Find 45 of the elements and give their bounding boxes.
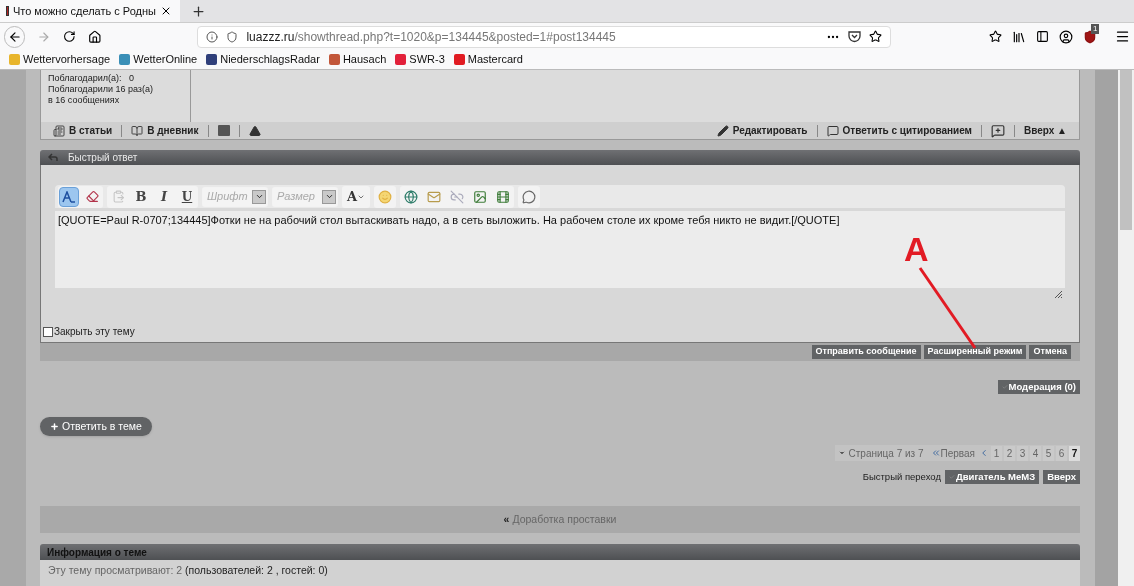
viewers-text: Эту тему просматривают: 2 bbox=[48, 563, 183, 579]
italic-button[interactable]: I bbox=[154, 186, 174, 207]
form-button[interactable]: Расширенный режим bbox=[923, 345, 1027, 359]
bookmark-link[interactable]: NiederschlagsRadar bbox=[206, 51, 320, 68]
text-color-button[interactable]: A bbox=[343, 186, 370, 207]
extension-badge: 1 bbox=[1091, 23, 1100, 34]
page-link[interactable]: 5 bbox=[1043, 445, 1054, 461]
user-stat-text: Поблагодарили 16 раз(а) bbox=[48, 84, 154, 95]
top-button[interactable]: Вверх bbox=[1043, 470, 1080, 485]
form-button[interactable]: Отправить сообщение bbox=[811, 345, 921, 359]
page-link[interactable]: 7 bbox=[1069, 445, 1080, 461]
post-action-link[interactable]: Вверх ▲ bbox=[1024, 123, 1067, 138]
tab-title: Что можно сделать с Родны bbox=[12, 3, 156, 19]
url-text: luazzz.ru/showthread.php?t=1020&p=134445&posted=1#post134445 bbox=[246, 28, 617, 46]
bookmark-link[interactable]: Wettervorhersage bbox=[9, 51, 111, 68]
panel-title: Информация о теме bbox=[47, 545, 147, 560]
quick-nav-label: Быстрый переход bbox=[862, 470, 941, 484]
close-topic-checkbox[interactable]: Закрыть эту тему bbox=[43, 324, 1065, 339]
bold-button[interactable]: B bbox=[131, 186, 151, 207]
user-stat-text: в 16 сообщениях bbox=[48, 95, 121, 106]
page-link[interactable]: 2 bbox=[1004, 445, 1015, 461]
user-stat-text: Поблагодарил(а): 0 bbox=[48, 73, 135, 84]
forum-jump-button[interactable]: Двигатель МеМЗ bbox=[944, 470, 1040, 485]
post-action-link[interactable]: Ответить с цитированием bbox=[826, 123, 972, 138]
bookmark-link[interactable]: SWR-3 bbox=[395, 51, 445, 68]
browser-tab[interactable]: Что можно сделать с Родны bbox=[0, 0, 180, 22]
moderation-button[interactable]: Модерация (0) bbox=[997, 380, 1080, 394]
page-link[interactable]: 1 bbox=[991, 445, 1002, 461]
form-button[interactable]: Отмена bbox=[1029, 345, 1071, 359]
bookmark-link[interactable]: Hausach bbox=[328, 51, 387, 68]
page-link[interactable]: 3 bbox=[1017, 445, 1028, 461]
post-action-link[interactable]: В дневник bbox=[131, 123, 199, 138]
post-action-link[interactable]: Редактировать bbox=[716, 123, 808, 138]
annotation-letter: A bbox=[904, 232, 929, 266]
reply-button[interactable]: Ответить в теме bbox=[40, 417, 152, 436]
panel-title: Быстрый ответ bbox=[68, 151, 138, 165]
underline-button[interactable]: U bbox=[177, 186, 197, 207]
page-link[interactable]: 6 bbox=[1056, 445, 1067, 461]
address-bar[interactable]: luazzz.ru/showthread.php?t=1020&p=134445&posted=1#post134445 bbox=[197, 25, 891, 48]
previous-mark: « bbox=[503, 511, 510, 527]
post-action-link[interactable]: В статьи bbox=[53, 123, 113, 138]
viewers-detail-text: (пользователей: 2 , гостей: 0) bbox=[185, 563, 328, 579]
bookmark-link[interactable]: Mastercard bbox=[453, 51, 523, 68]
page-link[interactable]: 4 bbox=[1030, 445, 1041, 461]
bookmark-link[interactable]: WetterOnline bbox=[119, 51, 198, 68]
